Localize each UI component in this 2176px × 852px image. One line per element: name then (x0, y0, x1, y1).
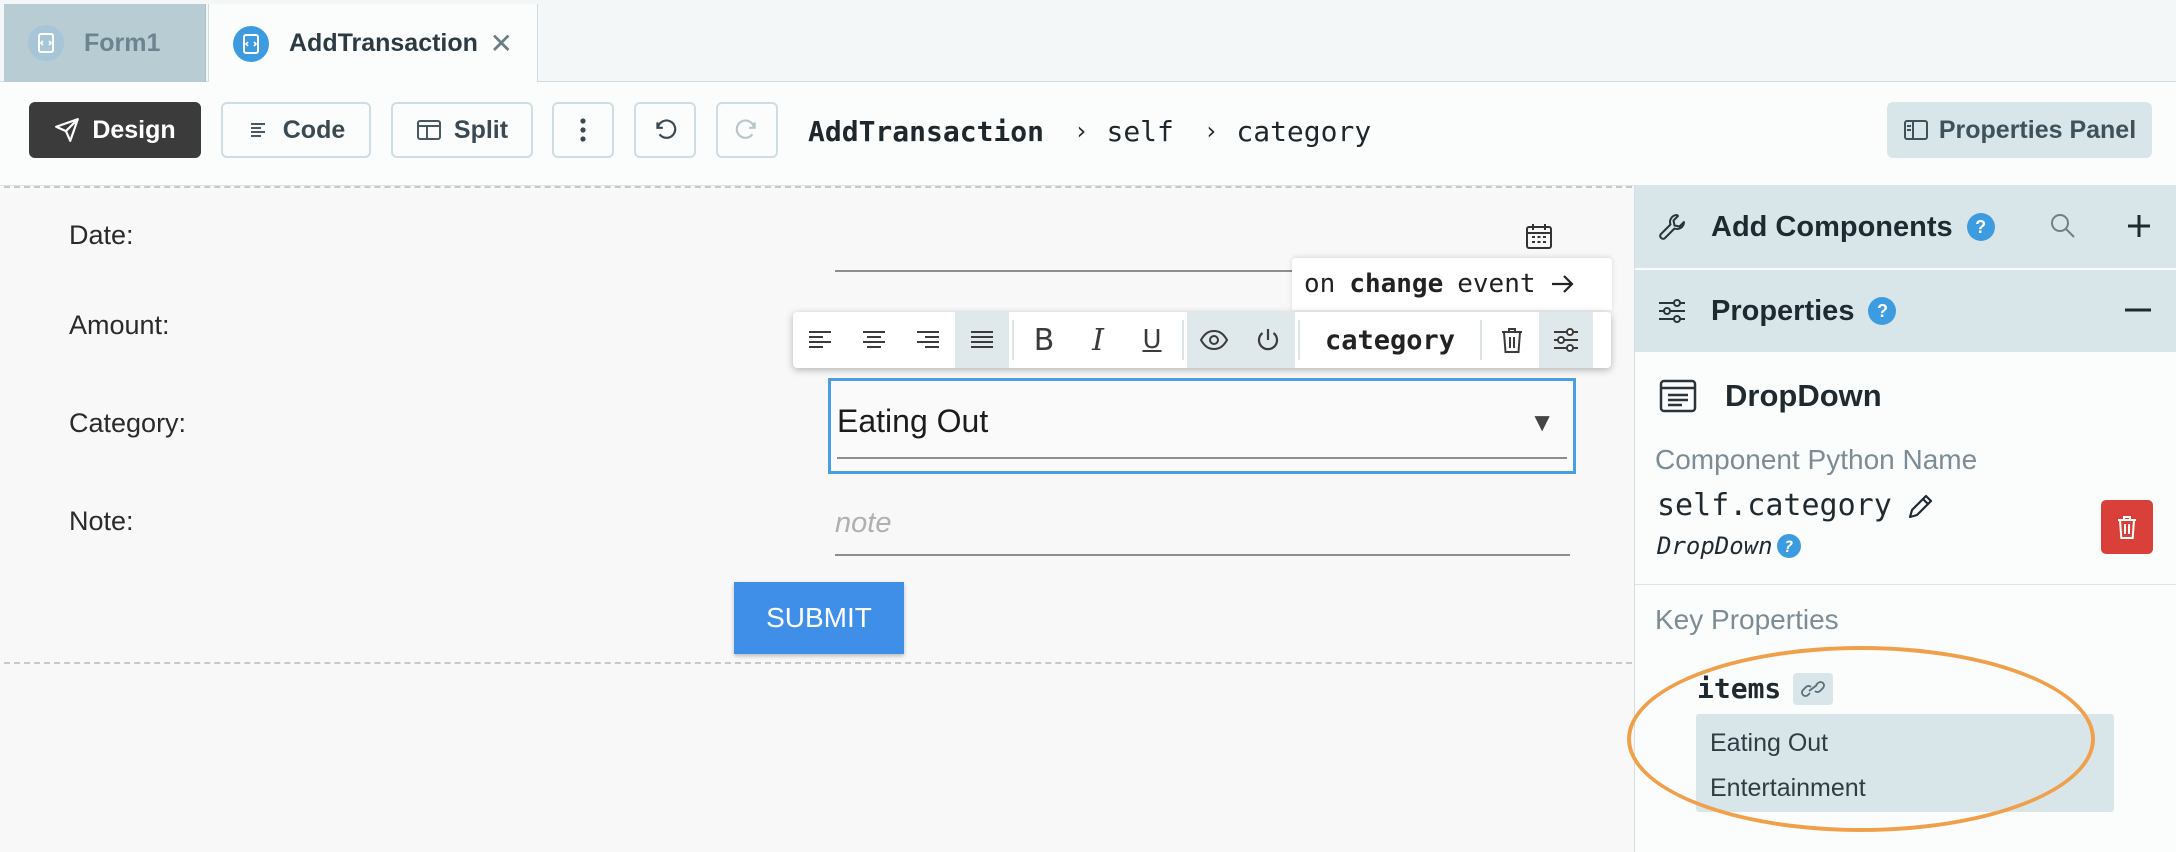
component-type-title: DropDown (1659, 378, 1882, 414)
trash-icon (2118, 516, 2136, 539)
help-icon[interactable]: ? (1966, 213, 1995, 241)
right-panel: Add Components ? Properties ? DropDown C… (1634, 186, 2176, 852)
split-view-icon (416, 118, 442, 142)
delete-component-button[interactable] (1485, 312, 1539, 368)
align-justify-button[interactable] (955, 312, 1009, 368)
items-textarea[interactable]: Eating Out Entertainment (1696, 714, 2114, 812)
list-item: Eating Out (1710, 729, 1829, 757)
form-file-icon (28, 25, 64, 61)
category-label: Category: (69, 408, 187, 438)
code-button[interactable]: Code (221, 102, 371, 158)
pencil-icon[interactable] (1906, 491, 1936, 521)
python-name-label: Component Python Name (1655, 444, 1978, 475)
breadcrumb-root[interactable]: AddTransaction (808, 115, 1044, 148)
align-right-button[interactable] (901, 312, 955, 368)
breadcrumb-part[interactable]: category (1236, 115, 1371, 148)
tab-label: AddTransaction (289, 29, 478, 57)
sliders-icon (1657, 297, 1687, 325)
redo-button[interactable] (716, 102, 778, 158)
eye-icon (1199, 329, 1229, 351)
align-left-icon (809, 331, 831, 348)
tab-label: Form1 (84, 28, 161, 57)
wrench-icon (1657, 212, 1687, 242)
category-dropdown[interactable]: Eating Out ▼ (828, 378, 1576, 474)
sliders-icon (1554, 328, 1579, 352)
more-options-button[interactable] (552, 102, 614, 158)
design-button[interactable]: Design (29, 102, 201, 158)
align-center-icon (863, 331, 885, 348)
tab-form1[interactable]: Form1 (4, 4, 206, 82)
component-format-toolbar: B I U category (793, 312, 1611, 368)
caret-down-icon: ▼ (1529, 407, 1555, 437)
sidebar-panel-icon (1903, 118, 1929, 142)
properties-panel-button[interactable]: Properties Panel (1887, 102, 2152, 158)
properties-settings-button[interactable] (1539, 312, 1594, 368)
dropdown-selected-value: Eating Out (837, 403, 989, 439)
design-canvas: Date: Amount: Category: Eating Out ▼ Not… (0, 186, 1634, 852)
form-boundary (4, 186, 1632, 188)
note-label: Note: (69, 506, 134, 536)
redo-icon (734, 117, 760, 143)
align-right-icon (917, 331, 939, 348)
breadcrumb-part[interactable]: self (1106, 115, 1173, 148)
list-item: Entertainment (1710, 774, 1866, 802)
align-left-icon (247, 118, 271, 142)
bold-button[interactable]: B (1017, 312, 1071, 368)
power-icon (1257, 329, 1279, 351)
help-icon[interactable]: ? (1868, 297, 1897, 325)
add-components-header[interactable]: Add Components ? (1635, 186, 2176, 268)
align-justify-icon (971, 331, 993, 348)
dropdown-component-icon (1659, 379, 1697, 413)
trash-icon (1502, 328, 1523, 353)
editor-toolbar: Design Code Split AddTransaction › self … (0, 82, 2176, 186)
italic-button[interactable]: I (1071, 312, 1125, 368)
collapse-minus-icon[interactable] (2125, 308, 2151, 312)
data-binding-link-icon[interactable] (1793, 672, 1834, 705)
python-name: self.category (1657, 488, 1936, 523)
more-vertical-icon (579, 117, 587, 143)
align-center-button[interactable] (847, 312, 901, 368)
properties-header[interactable]: Properties ? (1635, 270, 2176, 352)
align-left-button[interactable] (793, 312, 847, 368)
plus-icon[interactable] (2125, 212, 2153, 240)
delete-component-button[interactable] (2101, 500, 2153, 554)
visibility-button[interactable] (1187, 312, 1241, 368)
tab-bar: Form1 AddTransaction ✕ (0, 0, 2176, 83)
form-file-icon (233, 25, 269, 62)
search-icon[interactable] (2049, 212, 2077, 240)
arrow-right-icon (1550, 273, 1576, 295)
date-label: Date: (69, 220, 134, 250)
help-icon[interactable]: ? (1776, 534, 1801, 558)
items-property: items (1697, 672, 1834, 705)
form-boundary (4, 662, 1632, 664)
split-button[interactable]: Split (391, 102, 533, 158)
key-properties-label: Key Properties (1655, 604, 1839, 635)
change-event-link[interactable]: on change event (1292, 258, 1612, 310)
component-name-label[interactable]: category (1303, 312, 1477, 368)
enabled-button[interactable] (1241, 312, 1295, 368)
tab-addtransaction[interactable]: AddTransaction ✕ (208, 4, 538, 83)
calendar-icon[interactable] (1525, 222, 1553, 250)
chevron-right-icon: › (1203, 117, 1219, 145)
undo-button[interactable] (634, 102, 696, 158)
submit-button[interactable]: SUBMIT (734, 582, 904, 654)
amount-label: Amount: (69, 310, 170, 340)
component-type-link: DropDown ? (1657, 532, 1801, 560)
note-input[interactable] (835, 500, 1570, 546)
undo-icon (652, 117, 678, 143)
close-icon[interactable]: ✕ (490, 27, 513, 60)
breadcrumb: AddTransaction › self › category (808, 108, 1371, 154)
send-icon (54, 117, 80, 143)
chevron-right-icon: › (1074, 117, 1089, 145)
underline-button[interactable]: U (1125, 312, 1179, 368)
